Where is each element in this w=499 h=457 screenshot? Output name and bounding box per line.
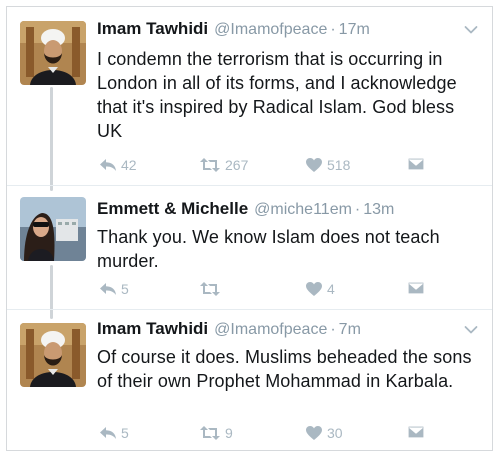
reply-count: 5 bbox=[121, 281, 129, 297]
reply-button[interactable]: 5 bbox=[99, 425, 129, 441]
tweet[interactable]: Imam Tawhidi @Imamofpeace · 17m I condem… bbox=[7, 7, 492, 185]
separator: · bbox=[354, 201, 361, 218]
envelope-icon bbox=[407, 281, 425, 295]
user-handle[interactable]: @Imamofpeace bbox=[214, 321, 327, 339]
reply-icon bbox=[100, 283, 116, 295]
like-count: 4 bbox=[327, 281, 335, 297]
retweet-button[interactable] bbox=[199, 281, 225, 297]
tweet-header: Imam Tawhidi @Imamofpeace · 17m bbox=[97, 19, 452, 39]
reply-count: 42 bbox=[121, 157, 137, 173]
user-handle[interactable]: @Imamofpeace bbox=[214, 21, 327, 39]
retweet-count: 9 bbox=[225, 425, 233, 441]
avatar[interactable] bbox=[20, 21, 86, 85]
direct-message-button[interactable] bbox=[407, 281, 425, 295]
direct-message-button[interactable] bbox=[407, 157, 425, 171]
reply-icon bbox=[100, 159, 116, 171]
heart-icon bbox=[306, 158, 322, 172]
display-name[interactable]: Imam Tawhidi bbox=[97, 319, 208, 339]
like-button[interactable]: 518 bbox=[305, 157, 350, 173]
chevron-down-icon[interactable] bbox=[464, 325, 478, 335]
chevron-down-icon[interactable] bbox=[464, 25, 478, 35]
user-handle[interactable]: @miche11em bbox=[254, 201, 352, 219]
tweet-actions: 42 267 518 bbox=[99, 157, 439, 177]
heart-icon bbox=[306, 282, 322, 296]
direct-message-button[interactable] bbox=[407, 425, 425, 439]
avatar[interactable] bbox=[20, 323, 86, 387]
tweet-text: Thank you. We know Islam does not teach … bbox=[97, 227, 440, 271]
retweet-icon bbox=[200, 426, 220, 440]
separator: · bbox=[330, 321, 336, 338]
reply-count: 5 bbox=[121, 425, 129, 441]
tweet-thread: Imam Tawhidi @Imamofpeace · 17m I condem… bbox=[6, 6, 493, 451]
retweet-count: 267 bbox=[225, 157, 249, 173]
retweet-button[interactable]: 9 bbox=[199, 425, 233, 441]
retweet-button[interactable]: 267 bbox=[199, 157, 248, 173]
display-name[interactable]: Emmett & Michelle bbox=[97, 199, 248, 219]
tweet-header: Emmett & Michelle @miche11em · 13m bbox=[97, 199, 452, 219]
timestamp[interactable]: 13m bbox=[363, 201, 394, 219]
envelope-icon bbox=[407, 425, 425, 439]
tweet-header: Imam Tawhidi @Imamofpeace · 7m bbox=[97, 319, 452, 339]
timestamp[interactable]: 7m bbox=[339, 321, 361, 339]
tweet[interactable]: Emmett & Michelle @miche11em · 13m Thank… bbox=[7, 185, 492, 309]
tweet[interactable]: Imam Tawhidi @Imamofpeace · 7m Of course… bbox=[7, 309, 492, 452]
tweet-text: Of course it does. Muslims beheaded the … bbox=[97, 347, 472, 391]
retweet-icon bbox=[200, 282, 220, 296]
reply-button[interactable]: 42 bbox=[99, 157, 137, 173]
heart-icon bbox=[306, 426, 322, 440]
avatar[interactable] bbox=[20, 197, 86, 261]
tweet-actions: 5 4 bbox=[99, 281, 439, 301]
reply-icon bbox=[100, 427, 116, 439]
like-button[interactable]: 30 bbox=[305, 425, 343, 441]
retweet-icon bbox=[200, 158, 220, 172]
like-button[interactable]: 4 bbox=[305, 281, 335, 297]
envelope-icon bbox=[407, 157, 425, 171]
display-name[interactable]: Imam Tawhidi bbox=[97, 19, 208, 39]
reply-button[interactable]: 5 bbox=[99, 281, 129, 297]
tweet-actions: 5 9 30 bbox=[99, 425, 439, 445]
like-count: 518 bbox=[327, 157, 351, 173]
timestamp[interactable]: 17m bbox=[339, 21, 370, 39]
tweet-text: I condemn the terrorism that is occurrin… bbox=[97, 49, 457, 141]
separator: · bbox=[330, 21, 336, 38]
like-count: 30 bbox=[327, 425, 343, 441]
